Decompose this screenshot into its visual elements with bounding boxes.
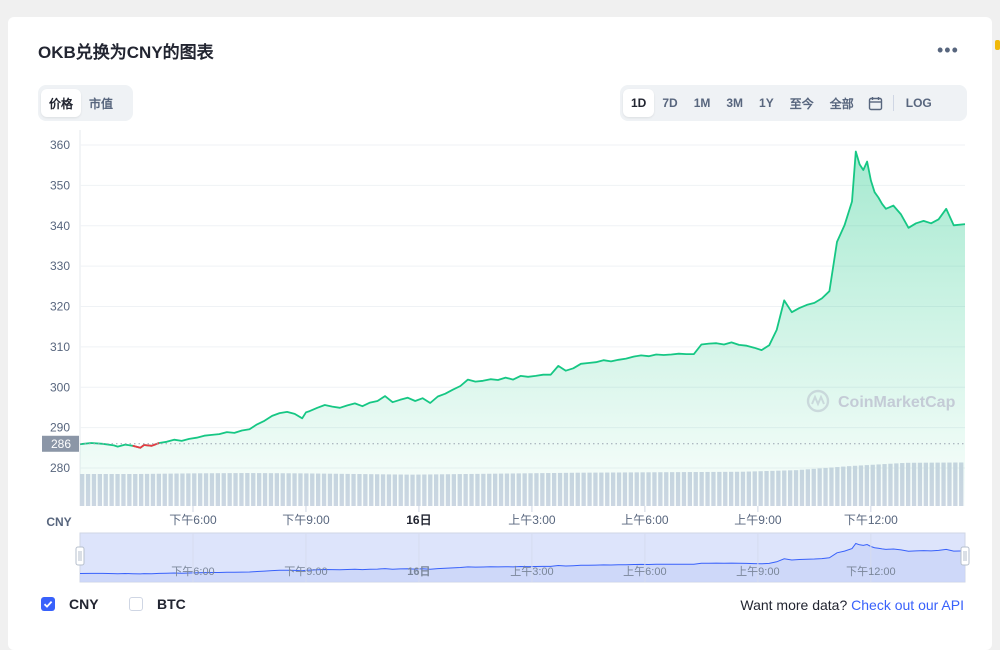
- y-tick-label: 300: [50, 380, 70, 394]
- checkbox-checked-icon[interactable]: [41, 597, 55, 611]
- x-tick-label: 下午6:00: [169, 513, 217, 527]
- y-tick-label: 340: [50, 219, 70, 233]
- x-tick-label: 下午12:00: [844, 513, 898, 527]
- navigator-tick-label: 下午12:00: [846, 565, 896, 578]
- y-tick-label: 280: [50, 461, 70, 475]
- price-area: [80, 151, 965, 506]
- baseline-label: 286: [51, 437, 71, 451]
- y-tick-label: 350: [50, 178, 70, 192]
- x-tick-label: 16日: [406, 513, 431, 527]
- navigator-handle-grip: [960, 546, 970, 566]
- api-promo-text: Want more data?: [740, 597, 852, 613]
- navigator-handle-left[interactable]: [75, 546, 85, 566]
- navigator-handle-right[interactable]: [960, 546, 970, 566]
- navigator-tick-label: 16日: [407, 565, 430, 578]
- navigator-tick-label: 上午9:00: [736, 565, 779, 578]
- x-tick-label: 上午3:00: [508, 513, 556, 527]
- x-tick-label: 上午9:00: [734, 513, 782, 527]
- api-promo: Want more data? Check out our API: [740, 597, 964, 613]
- y-tick-label: 290: [50, 421, 70, 435]
- legend-btc-label: BTC: [157, 596, 186, 612]
- y-tick-label: 360: [50, 138, 70, 152]
- x-tick-label: 上午6:00: [621, 513, 669, 527]
- legend-cny-label: CNY: [69, 596, 99, 612]
- api-link[interactable]: Check out our API: [851, 597, 964, 613]
- price-chart: 280 290 300 310 320 330 340 350 360 286 CNY 下午6:00 下…: [42, 130, 970, 583]
- x-tick-label: 下午9:00: [282, 513, 330, 527]
- checkbox-unchecked-icon[interactable]: [129, 597, 143, 611]
- navigator-tick-label: 下午9:00: [284, 565, 327, 578]
- navigator-tick-label: 上午3:00: [510, 565, 553, 578]
- y-tick-label: 320: [50, 300, 70, 314]
- y-tick-label: 310: [50, 340, 70, 354]
- y-tick-label: 330: [50, 259, 70, 273]
- legend-btc[interactable]: BTC: [129, 596, 186, 612]
- navigator-tick-label: 下午6:00: [171, 565, 214, 578]
- x-axis-currency-label: CNY: [46, 515, 71, 529]
- legend-cny[interactable]: CNY: [41, 596, 99, 612]
- watermark-text: CoinMarketCap: [838, 394, 956, 411]
- navigator-tick-label: 上午6:00: [623, 565, 666, 578]
- navigator-handle-grip: [75, 546, 85, 566]
